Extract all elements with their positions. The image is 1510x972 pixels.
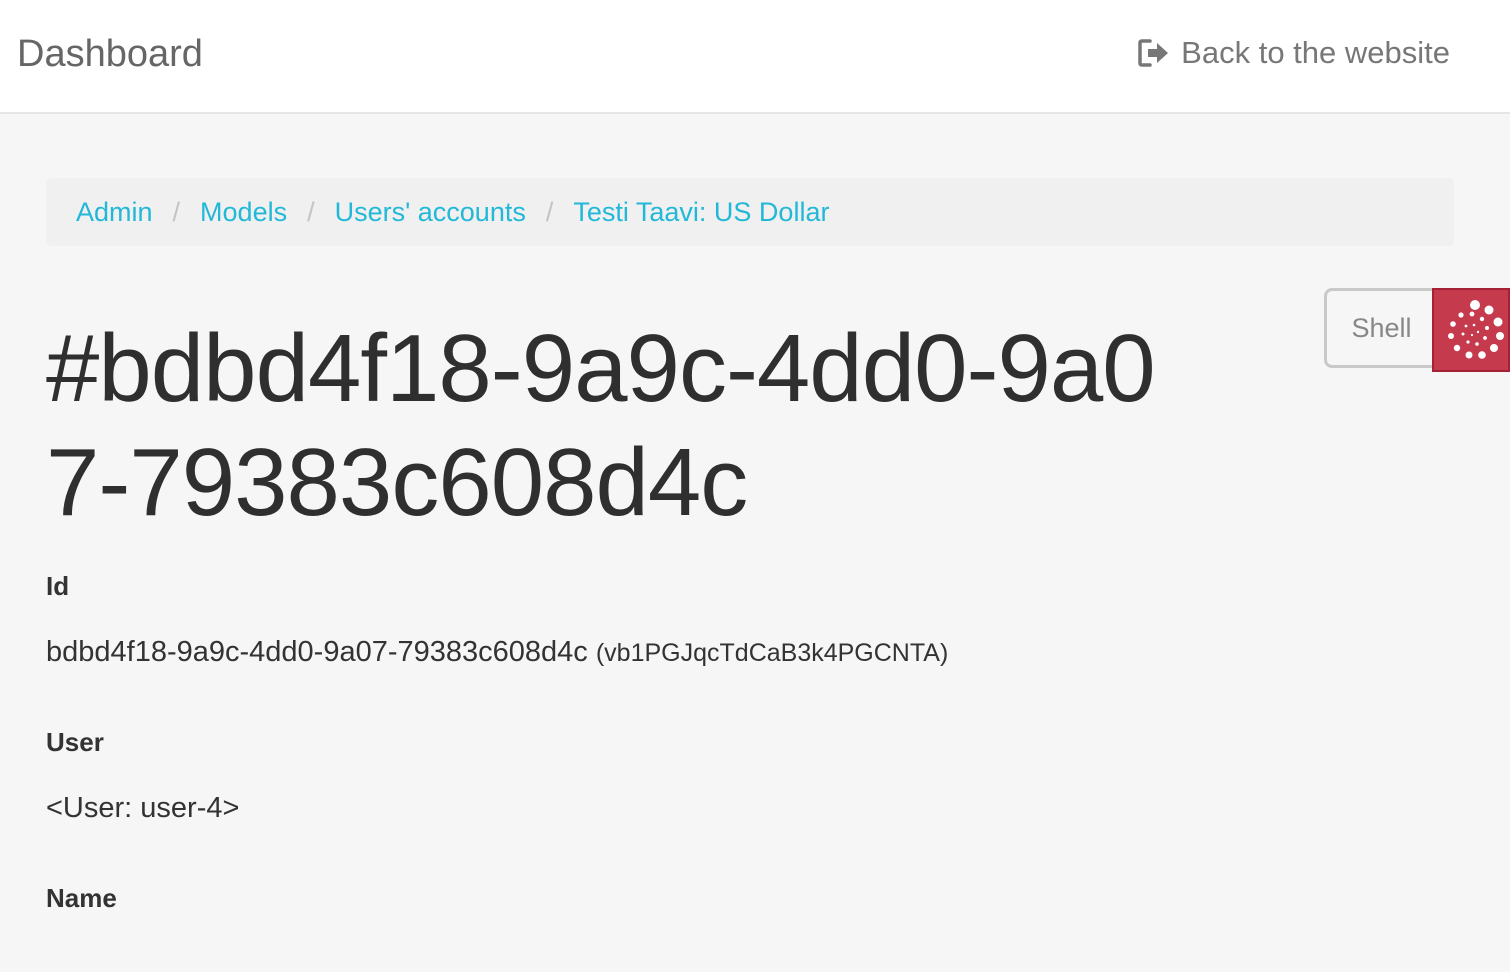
breadcrumb-separator: /: [172, 196, 181, 227]
breadcrumb-separator: /: [307, 196, 315, 227]
id-short-value: (vb1PGJqcTdCaB3k4PGCNTA): [595, 639, 949, 667]
breadcrumb-users-accounts[interactable]: Users' accounts: [335, 197, 526, 228]
top-navbar: Dashboard Back to the website: [0, 0, 1510, 114]
sign-out-icon: [1137, 38, 1171, 68]
field-label-id: Id: [46, 571, 70, 601]
breadcrumb-separator: /: [545, 196, 554, 227]
dashboard-brand-link[interactable]: Dashboard: [17, 30, 203, 78]
shell-button[interactable]: Shell: [1324, 288, 1436, 368]
field-label-user: User: [46, 727, 104, 757]
field-label-name: Name: [46, 883, 117, 913]
debug-toolbar-toggle[interactable]: [1432, 288, 1510, 372]
back-to-website-label: Back to the website: [1181, 35, 1450, 70]
breadcrumb-admin[interactable]: Admin: [76, 197, 153, 228]
id-value: bdbd4f18-9a9c-4dd0-9a07-79383c608d4c: [46, 636, 588, 668]
breadcrumb-current-account[interactable]: Testi Taavi: US Dollar: [573, 197, 829, 228]
breadcrumb-models[interactable]: Models: [200, 197, 287, 228]
page-title: #bdbd4f18-9a9c-4dd0-9a07-79383c608d4c: [46, 315, 1156, 536]
spiral-icon: [1448, 300, 1504, 359]
back-to-website-link[interactable]: Back to the website: [1137, 33, 1450, 73]
breadcrumb: Admin / Models / Users' accounts / Testi…: [46, 178, 1454, 246]
field-value-user: <User: user-4>: [46, 792, 240, 824]
field-value-id: bdbd4f18-9a9c-4dd0-9a07-79383c608d4c (vb…: [46, 634, 948, 671]
